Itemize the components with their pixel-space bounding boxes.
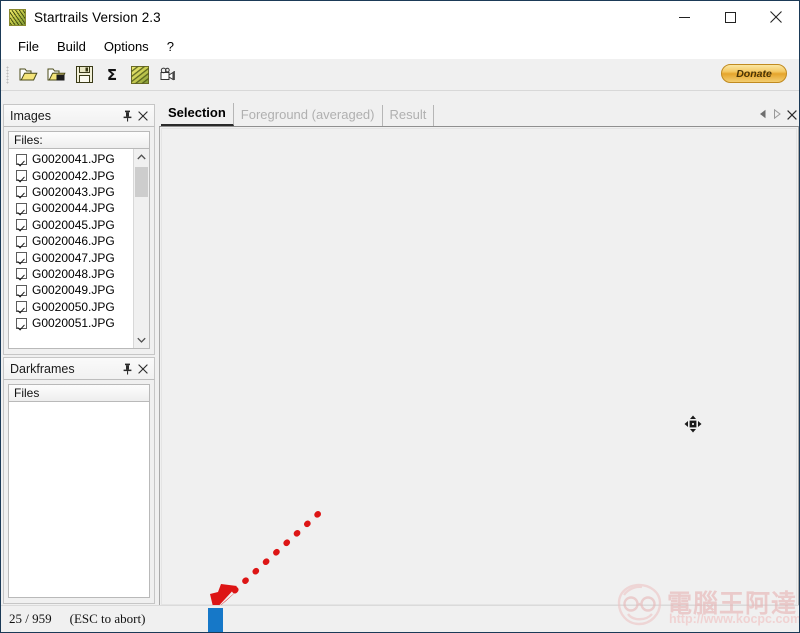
darkframes-panel: Darkframes Files [3, 357, 155, 604]
canvas-surface[interactable] [161, 128, 797, 605]
file-name-label: G0020043.JPG [32, 184, 115, 199]
file-name-label: G0020041.JPG [32, 152, 115, 167]
startrails-icon[interactable] [127, 63, 153, 87]
file-name-label: G0020042.JPG [32, 168, 115, 183]
tab-strip: Selection Foreground (averaged) Result [161, 103, 799, 126]
sigma-icon[interactable]: Σ [99, 63, 125, 87]
window-title: Startrails Version 2.3 [34, 9, 161, 25]
file-name-label: G0020050.JPG [32, 299, 115, 314]
status-bar: 25 / 959 (ESC to abort) [1, 605, 799, 632]
pin-icon[interactable] [119, 107, 135, 125]
list-item[interactable]: G0020048.JPG [9, 266, 149, 282]
progress-bar-fill [208, 608, 223, 632]
pin-icon[interactable] [119, 360, 135, 378]
list-item[interactable]: G0020041.JPG [9, 151, 149, 167]
darkframes-panel-title: Darkframes [10, 361, 75, 376]
file-name-label: G0020047.JPG [32, 250, 115, 265]
close-icon[interactable] [753, 1, 799, 33]
window-controls [661, 1, 799, 33]
file-checkbox[interactable] [16, 252, 27, 264]
file-checkbox[interactable] [16, 284, 27, 296]
progress-counter: 25 / 959 [9, 611, 52, 626]
startrails-app-icon [9, 8, 26, 26]
tab-foreground-averaged[interactable]: Foreground (averaged) [234, 105, 383, 126]
images-panel-title: Images [10, 108, 51, 123]
close-icon[interactable] [787, 108, 797, 123]
file-checkbox[interactable] [16, 268, 27, 280]
video-icon[interactable] [155, 63, 181, 87]
move-cursor-icon [684, 415, 702, 433]
file-checkbox[interactable] [16, 202, 27, 214]
list-item[interactable]: G0020047.JPG [9, 249, 149, 265]
file-name-label: G0020044.JPG [32, 201, 115, 216]
startrails-window: Startrails Version 2.3 File Build Option… [0, 0, 800, 633]
toolbar: Σ Donate [1, 59, 799, 91]
menu-item-file[interactable]: File [9, 37, 48, 56]
scroll-up-icon[interactable] [134, 149, 149, 165]
chevron-right-icon[interactable] [773, 108, 781, 122]
darkframes-panel-caption: Darkframes [3, 357, 155, 380]
list-item[interactable]: G0020042.JPG [9, 167, 149, 183]
menu-item-build[interactable]: Build [48, 37, 95, 56]
darkframes-file-list[interactable] [8, 402, 150, 598]
images-file-list[interactable]: G0020041.JPG G0020042.JPG G0020043.JPG G002… [8, 149, 150, 349]
scrollbar-thumb[interactable] [135, 167, 148, 197]
progress-bar [191, 606, 621, 632]
abort-hint: (ESC to abort) [69, 611, 146, 626]
file-checkbox[interactable] [16, 153, 27, 165]
chevron-left-icon[interactable] [759, 109, 767, 122]
darkframes-panel-body: Files [3, 380, 155, 604]
file-checkbox[interactable] [16, 317, 27, 329]
images-panel: Images Files: G0020041.JPG G0020042.JPG G0… [3, 104, 155, 355]
open-dark-folder-icon[interactable] [43, 63, 69, 87]
file-checkbox[interactable] [16, 301, 27, 313]
menu-bar: File Build Options ? [1, 33, 799, 59]
tab-selection[interactable]: Selection [161, 103, 234, 126]
file-name-label: G0020049.JPG [32, 283, 115, 298]
close-icon[interactable] [135, 360, 151, 378]
list-item[interactable]: G0020050.JPG [9, 299, 149, 315]
title-bar: Startrails Version 2.3 [1, 1, 799, 33]
file-name-label: G0020046.JPG [32, 234, 115, 249]
image-canvas[interactable] [159, 126, 799, 607]
list-item[interactable]: G0020045.JPG [9, 217, 149, 233]
file-checkbox[interactable] [16, 219, 27, 231]
menu-item-options[interactable]: Options [95, 37, 158, 56]
scroll-down-icon[interactable] [134, 332, 149, 348]
images-list-scrollbar[interactable] [133, 149, 149, 348]
file-name-label: G0020051.JPG [32, 316, 115, 331]
list-item[interactable]: G0020046.JPG [9, 233, 149, 249]
list-item[interactable]: G0020049.JPG [9, 282, 149, 298]
images-files-column-header[interactable]: Files: [8, 131, 150, 149]
donate-button[interactable]: Donate [721, 64, 787, 83]
list-item[interactable]: G0020043.JPG [9, 184, 149, 200]
close-icon[interactable] [135, 107, 151, 125]
minimize-icon[interactable] [661, 1, 707, 33]
save-icon[interactable] [71, 63, 97, 87]
tab-result[interactable]: Result [383, 105, 435, 126]
list-item[interactable]: G0020044.JPG [9, 200, 149, 216]
file-name-label: G0020048.JPG [32, 266, 115, 281]
maximize-icon[interactable] [707, 1, 753, 33]
sigma-glyph: Σ [106, 65, 118, 84]
file-checkbox[interactable] [16, 186, 27, 198]
file-checkbox[interactable] [16, 235, 27, 247]
darkframes-files-column-header[interactable]: Files [8, 384, 150, 402]
toolbar-grip[interactable] [6, 65, 9, 84]
menu-item-help[interactable]: ? [158, 37, 183, 56]
file-checkbox[interactable] [16, 170, 27, 182]
images-panel-caption: Images [3, 104, 155, 127]
file-name-label: G0020045.JPG [32, 217, 115, 232]
tab-nav-controls [759, 108, 797, 123]
open-folder-icon[interactable] [15, 63, 41, 87]
list-item[interactable]: G0020051.JPG [9, 315, 149, 331]
images-panel-body: Files: G0020041.JPG G0020042.JPG G0020043.… [3, 127, 155, 355]
